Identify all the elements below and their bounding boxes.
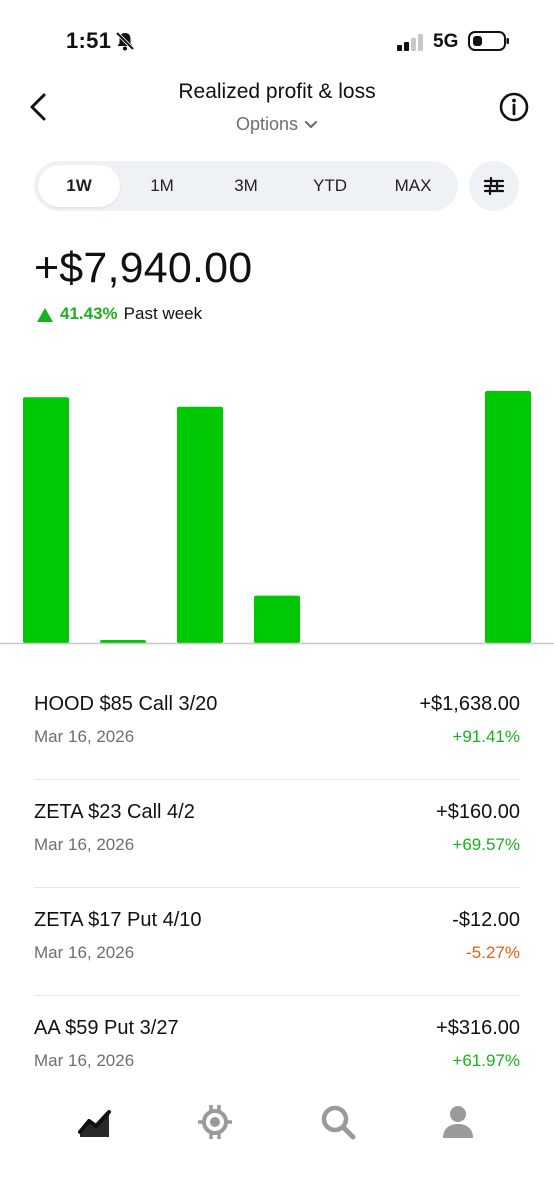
trade-title: HOOD $85 Call 3/20 <box>34 693 218 715</box>
pnl-bar-chart <box>0 391 554 645</box>
trade-date: Mar 16, 2026 <box>34 835 135 854</box>
trade-row[interactable]: ZETA $23 Call 4/2 Mar 16, 2026 +$160.00 +69… <box>34 780 520 888</box>
total-pnl-value: +$7,940.00 <box>34 244 253 292</box>
trade-date: Mar 16, 2026 <box>34 1051 135 1070</box>
search-icon[interactable] <box>318 1102 358 1142</box>
bottom-tab-bar <box>0 1090 554 1200</box>
trade-percent: -5.27% <box>466 943 520 962</box>
trade-date: Mar 16, 2026 <box>34 727 135 746</box>
silent-bell-icon <box>115 31 135 51</box>
options-selector[interactable]: Options <box>0 114 554 135</box>
range-tab-1m[interactable]: 1M <box>120 165 204 207</box>
trade-amount: +$316.00 <box>436 1017 520 1039</box>
trade-percent: +69.57% <box>452 835 520 854</box>
change-percent: 41.43% <box>60 304 118 323</box>
range-tab-max[interactable]: MAX <box>372 165 454 207</box>
trade-percent: +91.41% <box>452 727 520 746</box>
info-icon[interactable] <box>497 90 531 124</box>
trade-list: HOOD $85 Call 3/20 Mar 16, 2026 +$1,638.00… <box>34 672 520 1103</box>
change-period: Past week <box>123 304 203 323</box>
triangle-up-icon <box>37 307 53 322</box>
range-selector: 1W 1M 3M YTD MAX <box>34 161 458 211</box>
trade-amount: +$160.00 <box>436 801 520 823</box>
trade-date: Mar 16, 2026 <box>34 943 135 962</box>
trade-title: ZETA $17 Put 4/10 <box>34 909 202 931</box>
range-tab-3m[interactable]: 3M <box>204 165 288 207</box>
trade-amount: +$1,638.00 <box>419 693 520 715</box>
trade-percent: +61.97% <box>452 1051 520 1070</box>
chart-bar <box>254 595 300 643</box>
header: Realized profit & loss Options <box>0 72 554 142</box>
crypto-icon[interactable] <box>195 1102 235 1142</box>
chart-bar <box>485 391 531 643</box>
chart-bar <box>100 640 146 643</box>
investing-chart-icon[interactable] <box>75 1102 115 1142</box>
trade-row[interactable]: HOOD $85 Call 3/20 Mar 16, 2026 +$1,638.00… <box>34 672 520 780</box>
page-title: Realized profit & loss <box>178 80 376 103</box>
sliders-icon <box>483 176 505 196</box>
network-type: 5G <box>433 31 459 52</box>
options-selector-label: Options <box>235 114 299 134</box>
battery-icon <box>468 31 509 51</box>
status-bar: 1:51 5G <box>0 0 554 80</box>
filter-button[interactable] <box>469 161 519 211</box>
status-time: 1:51 <box>66 28 112 53</box>
account-icon[interactable] <box>438 1102 478 1142</box>
trade-title: ZETA $23 Call 4/2 <box>34 801 195 823</box>
cellular-signal-icon <box>397 34 423 51</box>
chart-bar <box>23 397 69 643</box>
change-row: 41.43% Past week <box>36 304 202 324</box>
chevron-down-icon <box>304 121 318 129</box>
range-tab-ytd[interactable]: YTD <box>288 165 372 207</box>
trade-row[interactable]: AA $59 Put 3/27 Mar 16, 2026 +$316.00 +61.9… <box>34 996 520 1103</box>
trade-amount: -$12.00 <box>452 909 520 931</box>
trade-title: AA $59 Put 3/27 <box>34 1017 179 1039</box>
trade-row[interactable]: ZETA $17 Put 4/10 Mar 16, 2026 -$12.00 -5.2… <box>34 888 520 996</box>
chart-bar <box>177 406 223 643</box>
range-tab-1w[interactable]: 1W <box>38 165 120 207</box>
